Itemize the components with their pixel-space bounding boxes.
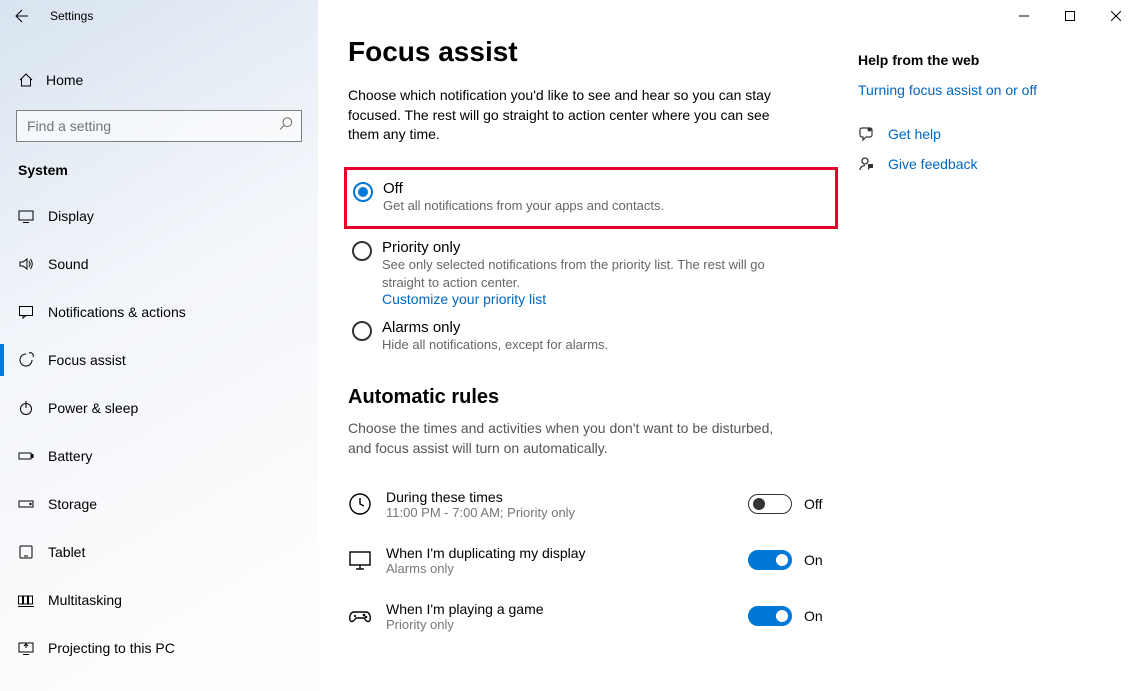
sidebar: Settings Home System Display Sound [0, 0, 318, 691]
rule-toggle[interactable] [748, 550, 792, 570]
sidebar-section-header: System [0, 142, 318, 184]
rule-title: During these times [386, 489, 748, 505]
sidebar-home[interactable]: Home [0, 60, 318, 100]
rule-during-times[interactable]: During these times 11:00 PM - 7:00 AM; P… [348, 476, 838, 532]
sidebar-item-label: Power & sleep [48, 400, 138, 416]
multitasking-icon [18, 592, 48, 608]
radio-label: Alarms only [382, 319, 608, 336]
give-feedback-row[interactable]: Give feedback [858, 156, 1108, 172]
radio-sublabel: Get all notifications from your apps and… [383, 197, 664, 215]
rule-sub: Priority only [386, 617, 748, 632]
page-title: Focus assist [348, 36, 838, 68]
clock-icon [348, 492, 372, 516]
automatic-rules-heading: Automatic rules [348, 386, 838, 409]
automatic-rules-description: Choose the times and activities when you… [348, 419, 778, 458]
get-help-link[interactable]: Get help [888, 126, 941, 142]
radio-label: Off [383, 180, 664, 197]
sidebar-item-label: Display [48, 208, 94, 224]
notifications-icon [18, 304, 48, 320]
sidebar-item-label: Storage [48, 496, 97, 512]
radio-option-alarms-only[interactable]: Alarms only Hide all notifications, exce… [348, 313, 838, 360]
aside-heading: Help from the web [858, 52, 1108, 68]
sidebar-item-battery[interactable]: Battery [0, 432, 318, 480]
sidebar-item-focus-assist[interactable]: Focus assist [0, 336, 318, 384]
radio-sublabel: Hide all notifications, except for alarm… [382, 336, 608, 354]
radio-button-icon [352, 321, 372, 341]
main-content: Focus assist Choose which notification y… [318, 0, 858, 691]
get-help-icon [858, 126, 876, 142]
rule-playing-game[interactable]: When I'm playing a game Priority only On [348, 588, 838, 644]
titlebar: Settings [0, 0, 318, 32]
rule-toggle-state: On [804, 552, 823, 568]
sidebar-item-label: Focus assist [48, 352, 126, 368]
home-icon [18, 72, 46, 88]
focus-assist-icon [18, 352, 48, 368]
radio-label: Priority only [382, 239, 802, 256]
radio-option-off[interactable]: Off Get all notifications from your apps… [349, 174, 831, 221]
sound-icon [18, 256, 48, 272]
rule-toggle[interactable] [748, 606, 792, 626]
aside-help-link[interactable]: Turning focus assist on or off [858, 82, 1108, 98]
sidebar-item-label: Multitasking [48, 592, 122, 608]
rule-toggle-state: On [804, 608, 823, 624]
back-button[interactable] [0, 8, 40, 24]
give-feedback-link[interactable]: Give feedback [888, 156, 978, 172]
sidebar-home-label: Home [46, 72, 83, 88]
sidebar-item-storage[interactable]: Storage [0, 480, 318, 528]
sidebar-item-multitasking[interactable]: Multitasking [0, 576, 318, 624]
rule-toggle-state: Off [804, 496, 822, 512]
rule-duplicating-display[interactable]: When I'm duplicating my display Alarms o… [348, 532, 838, 588]
radio-button-icon [353, 182, 373, 202]
search-icon [279, 117, 293, 136]
highlight-box-off-option: Off Get all notifications from your apps… [344, 167, 838, 230]
sidebar-item-tablet[interactable]: Tablet [0, 528, 318, 576]
radio-option-priority-only[interactable]: Priority only See only selected notifica… [348, 233, 838, 313]
rule-toggle[interactable] [748, 494, 792, 514]
sidebar-item-label: Sound [48, 256, 88, 272]
aside-panel: Help from the web Turning focus assist o… [858, 0, 1128, 691]
rule-title: When I'm playing a game [386, 601, 748, 617]
sidebar-item-sound[interactable]: Sound [0, 240, 318, 288]
display-icon [18, 208, 48, 224]
sidebar-item-power[interactable]: Power & sleep [0, 384, 318, 432]
sidebar-item-label: Tablet [48, 544, 85, 560]
sidebar-item-display[interactable]: Display [0, 192, 318, 240]
sidebar-item-label: Battery [48, 448, 92, 464]
search-input[interactable] [17, 111, 301, 141]
rule-sub: Alarms only [386, 561, 748, 576]
tablet-icon [18, 544, 48, 560]
page-description: Choose which notification you'd like to … [348, 86, 778, 145]
storage-icon [18, 496, 48, 512]
battery-icon [18, 448, 48, 464]
rule-sub: 11:00 PM - 7:00 AM; Priority only [386, 505, 748, 520]
power-icon [18, 400, 48, 416]
rule-title: When I'm duplicating my display [386, 545, 748, 561]
get-help-row[interactable]: Get help [858, 126, 1108, 142]
radio-button-icon [352, 241, 372, 261]
monitor-icon [348, 548, 372, 572]
feedback-icon [858, 156, 876, 172]
radio-sublabel: See only selected notifications from the… [382, 256, 802, 291]
sidebar-item-label: Notifications & actions [48, 304, 186, 320]
gamepad-icon [348, 604, 372, 628]
window-title: Settings [40, 9, 93, 23]
search-input-wrap[interactable] [16, 110, 302, 142]
sidebar-item-projecting[interactable]: Projecting to this PC [0, 624, 318, 672]
sidebar-item-notifications[interactable]: Notifications & actions [0, 288, 318, 336]
sidebar-nav: Display Sound Notifications & actions Fo… [0, 192, 318, 672]
sidebar-item-label: Projecting to this PC [48, 640, 175, 656]
customize-priority-link[interactable]: Customize your priority list [382, 291, 802, 307]
projecting-icon [18, 640, 48, 656]
